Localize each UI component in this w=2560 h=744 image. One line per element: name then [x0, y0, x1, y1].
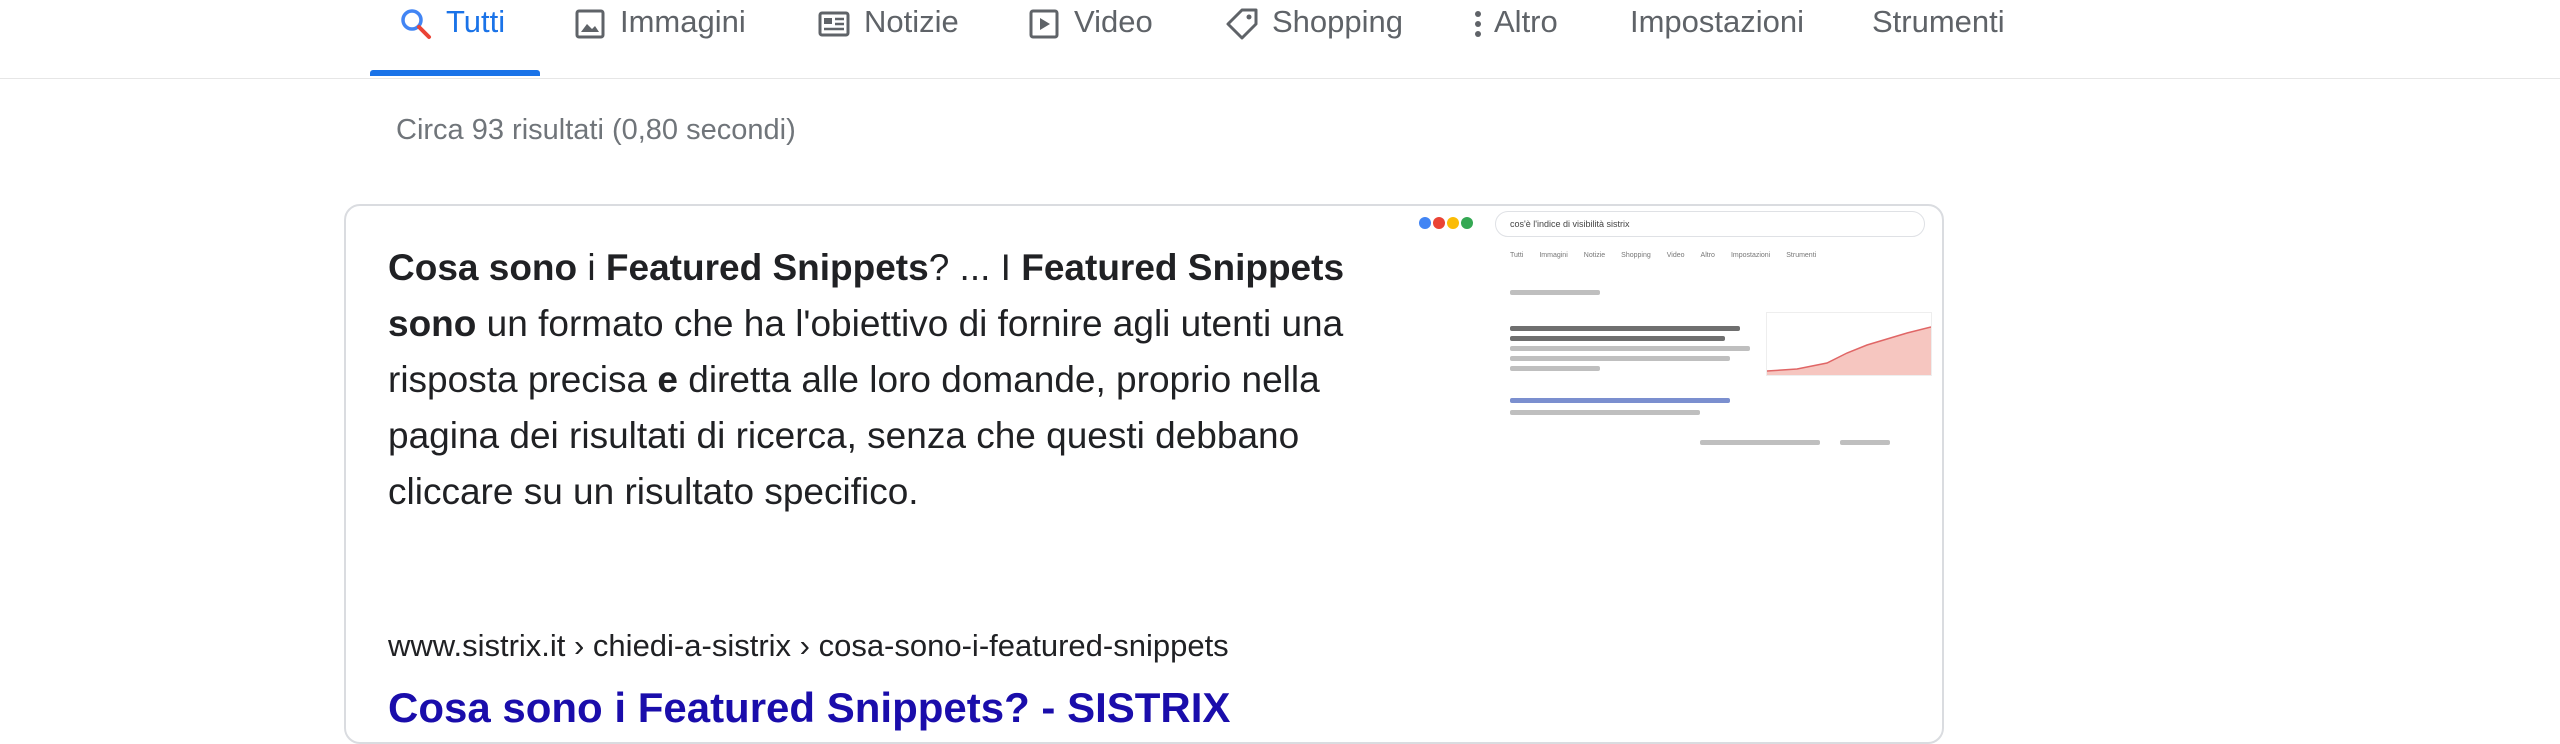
snippet-highlight: Featured Snippets — [605, 247, 929, 288]
search-icon — [398, 6, 434, 42]
snippet-segment: ? ... I — [928, 247, 1022, 288]
tab-immagini[interactable]: Immagini — [572, 0, 746, 82]
result-stats: Circa 93 risultati (0,80 secondi) — [396, 114, 796, 146]
thumbnail-tab: Impostazioni — [1730, 252, 1771, 259]
snippet-highlight: e — [657, 359, 678, 400]
more-vert-icon — [1470, 6, 1486, 42]
search-tabs-bar: Tutti Immagini Notizie Video Shopping Al… — [0, 0, 2560, 79]
result-title-link[interactable]: Cosa sono i Featured Snippets? - SISTRIX — [388, 684, 1230, 732]
tab-notizie[interactable]: Notizie — [816, 0, 959, 82]
news-icon — [816, 6, 852, 42]
thumbnail-tab: Shopping — [1621, 252, 1651, 259]
tab-label: Immagini — [620, 4, 746, 39]
snippet-text: Cosa sono i Featured Snippets? ... I Fea… — [388, 240, 1348, 520]
thumbnail-tab: Video — [1666, 252, 1685, 259]
thumbnail-tabs: Tutti Immagini Notizie Shopping Video Altro Im… — [1510, 252, 1930, 266]
tab-impostazioni[interactable]: Impostazioni — [1630, 0, 1804, 82]
video-icon — [1026, 6, 1062, 42]
tab-label: Video — [1074, 4, 1153, 39]
thumbnail-tab: Altro — [1700, 252, 1715, 259]
tab-label: Tutti — [446, 4, 506, 39]
thumbnail-tab: Strumenti — [1786, 252, 1817, 259]
tab-label: Strumenti — [1872, 4, 2005, 39]
tab-label: Notizie — [864, 4, 959, 39]
tab-label: Shopping — [1272, 4, 1404, 39]
snippet-highlight: Cosa sono — [388, 247, 578, 288]
tab-shopping[interactable]: Shopping — [1224, 0, 1403, 82]
tab-altro[interactable]: Altro — [1470, 0, 1558, 82]
tab-label: Impostazioni — [1630, 4, 1805, 39]
snippet-thumbnail-image[interactable]: cos'è l'indice di visibilità sistrix Tut… — [1410, 208, 1950, 468]
image-icon — [572, 6, 608, 42]
thumbnail-search-box: cos'è l'indice di visibilità sistrix — [1495, 211, 1925, 237]
thumbnail-tab: Immagini — [1539, 252, 1568, 259]
thumbnail-logo — [1419, 216, 1475, 234]
snippet-segment: i — [577, 247, 606, 288]
tab-video[interactable]: Video — [1026, 0, 1153, 82]
tag-icon — [1224, 6, 1260, 42]
thumbnail-tab: Tutti — [1510, 252, 1524, 259]
tab-label: Altro — [1494, 4, 1558, 39]
active-tab-indicator — [370, 70, 540, 76]
tab-strumenti[interactable]: Strumenti — [1872, 0, 2005, 82]
thumbnail-tab: Notizie — [1583, 252, 1606, 259]
result-breadcrumb[interactable]: www.sistrix.it › chiedi-a-sistrix › cosa… — [388, 628, 1229, 664]
thumbnail-chart — [1766, 312, 1932, 376]
